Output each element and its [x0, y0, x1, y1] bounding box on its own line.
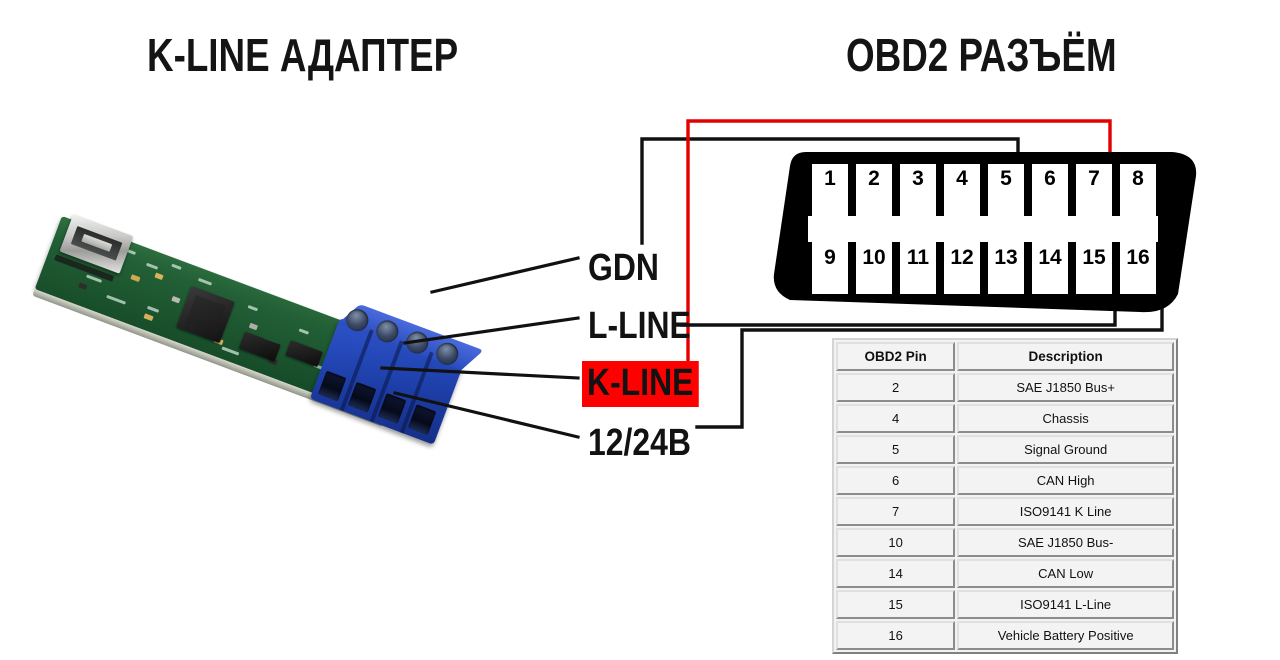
- cell-pin-description: ISO9141 K Line: [957, 497, 1174, 526]
- connector-pin-3: 3: [900, 164, 936, 228]
- table-row: 10 SAE J1850 Bus-: [836, 528, 1174, 557]
- table-row: 4 Chassis: [836, 404, 1174, 433]
- connector-pin-neck: [866, 230, 882, 242]
- connector-pin-neck: [954, 216, 970, 228]
- connector-pin-number: 13: [994, 246, 1018, 269]
- cell-pin-number: 10: [836, 528, 956, 557]
- connector-pin-12: 12: [944, 230, 980, 294]
- connector-pin-4: 4: [944, 164, 980, 228]
- connector-pin-neck: [822, 216, 838, 228]
- connector-pin-neck: [1086, 230, 1102, 242]
- connector-pin-neck: [998, 216, 1014, 228]
- connector-pin-neck: [954, 230, 970, 242]
- connector-pin-11: 11: [900, 230, 936, 294]
- leader-line-kline: [380, 366, 580, 380]
- connector-pin-number: 5: [1000, 167, 1012, 190]
- connector-pin-number: 14: [1038, 246, 1062, 269]
- diagram-canvas: K-LINE АДАПТЕР OBD2 РАЗЪЁМ GDN L-LINE K-…: [0, 0, 1280, 660]
- connector-pin-13: 13: [988, 230, 1024, 294]
- connector-pin-7: 7: [1076, 164, 1112, 228]
- connector-pin-number: 4: [956, 167, 968, 190]
- connector-pin-neck: [866, 216, 882, 228]
- connector-pin-number: 6: [1044, 167, 1056, 190]
- table-row: 15 ISO9141 L-Line: [836, 590, 1174, 619]
- table-header-row: OBD2 Pin Description: [836, 342, 1174, 371]
- cell-pin-number: 2: [836, 373, 956, 402]
- connector-pin-number: 9: [824, 246, 836, 269]
- label-l-line: L-LINE: [588, 305, 691, 347]
- table-row: 14 CAN Low: [836, 559, 1174, 588]
- cell-pin-description: Signal Ground: [957, 435, 1174, 464]
- connector-pin-neck: [1086, 216, 1102, 228]
- cell-pin-description: Vehicle Battery Positive: [957, 621, 1174, 650]
- cell-pin-description: CAN High: [957, 466, 1174, 495]
- connector-pin-neck: [1042, 216, 1058, 228]
- cell-pin-number: 15: [836, 590, 956, 619]
- obd2-pin-description-table: OBD2 Pin Description 2 SAE J1850 Bus+ 4 Cha…: [832, 338, 1178, 654]
- leader-line-lline: [403, 316, 580, 345]
- connector-pin-number: 3: [912, 167, 924, 190]
- label-k-line-highlighted: K-LINE: [582, 361, 699, 407]
- connector-pin-neck: [998, 230, 1014, 242]
- connector-pin-number: 2: [868, 167, 880, 190]
- connector-pin-14: 14: [1032, 230, 1068, 294]
- connector-pin-16: 16: [1120, 230, 1156, 294]
- connector-pin-layer: 1 2 3 4 5 6 7 8 9 10 11 12 13 14 15 16: [768, 142, 1200, 318]
- table-body: 2 SAE J1850 Bus+ 4 Chassis 5 Signal Ground 6 CA…: [836, 373, 1174, 650]
- connector-pin-1: 1: [812, 164, 848, 228]
- connector-pin-8: 8: [1120, 164, 1156, 228]
- table-row: 7 ISO9141 K Line: [836, 497, 1174, 526]
- cell-pin-number: 6: [836, 466, 956, 495]
- label-12-24v: 12/24B: [588, 422, 691, 464]
- cell-pin-number: 16: [836, 621, 956, 650]
- connector-pin-6: 6: [1032, 164, 1068, 228]
- cell-pin-description: CAN Low: [957, 559, 1174, 588]
- connector-pin-15: 15: [1076, 230, 1112, 294]
- table-header-pin: OBD2 Pin: [836, 342, 956, 371]
- leader-line-gdn: [430, 256, 580, 294]
- table-header-desc: Description: [957, 342, 1174, 371]
- leader-line-1224: [393, 391, 580, 439]
- connector-pin-neck: [1042, 230, 1058, 242]
- connector-pin-5: 5: [988, 164, 1024, 228]
- connector-pin-neck: [822, 230, 838, 242]
- connector-pin-number: 8: [1132, 167, 1144, 190]
- cell-pin-number: 14: [836, 559, 956, 588]
- cell-pin-number: 4: [836, 404, 956, 433]
- connector-pin-9: 9: [812, 230, 848, 294]
- connector-pin-number: 1: [824, 167, 836, 190]
- connector-pin-10: 10: [856, 230, 892, 294]
- cell-pin-description: Chassis: [957, 404, 1174, 433]
- cell-pin-number: 7: [836, 497, 956, 526]
- table-row: 16 Vehicle Battery Positive: [836, 621, 1174, 650]
- connector-pin-number: 16: [1126, 246, 1150, 269]
- cell-pin-number: 5: [836, 435, 956, 464]
- connector-pin-neck: [1130, 216, 1146, 228]
- connector-pin-number: 7: [1088, 167, 1100, 190]
- connector-pin-number: 12: [950, 246, 974, 269]
- table-row: 2 SAE J1850 Bus+: [836, 373, 1174, 402]
- cell-pin-description: ISO9141 L-Line: [957, 590, 1174, 619]
- cell-pin-description: SAE J1850 Bus-: [957, 528, 1174, 557]
- cell-pin-description: SAE J1850 Bus+: [957, 373, 1174, 402]
- connector-pin-neck: [910, 216, 926, 228]
- connector-pin-neck: [1130, 230, 1146, 242]
- connector-pin-neck: [910, 230, 926, 242]
- connector-pin-number: 15: [1082, 246, 1106, 269]
- obd2-connector: 1 2 3 4 5 6 7 8 9 10 11 12 13 14 15 16: [768, 142, 1200, 318]
- connector-pin-number: 10: [862, 246, 886, 269]
- connector-pin-number: 11: [906, 246, 930, 269]
- label-gdn: GDN: [588, 247, 659, 289]
- connector-pin-2: 2: [856, 164, 892, 228]
- table-row: 6 CAN High: [836, 466, 1174, 495]
- table-row: 5 Signal Ground: [836, 435, 1174, 464]
